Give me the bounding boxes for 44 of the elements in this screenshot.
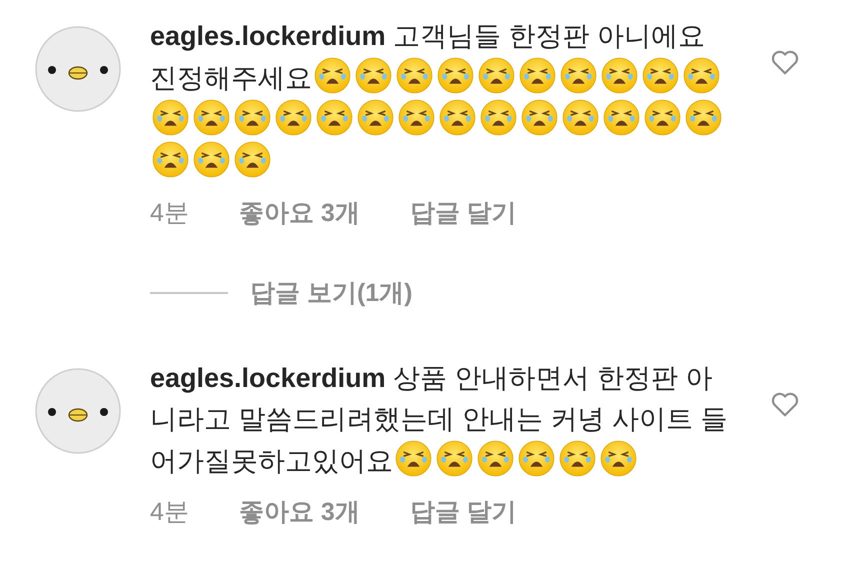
crying-face-icon: [193, 99, 230, 136]
crying-face-icon: [193, 141, 230, 178]
crying-face-icon: [436, 440, 473, 477]
crying-face-icon: [152, 99, 189, 136]
crying-face-icon: [395, 440, 432, 477]
crying-face-icon: [642, 57, 679, 94]
crying-face-icon: [519, 57, 556, 94]
avatar-icon[interactable]: [35, 368, 121, 454]
comment-time: 4분: [150, 497, 189, 528]
crying-face-icon: [316, 99, 353, 136]
crying-face-icon: [152, 141, 189, 178]
crying-face-icon: [234, 99, 271, 136]
crying-face-icon: [357, 99, 394, 136]
crying-face-icon: [398, 99, 435, 136]
crying-face-icon: [477, 440, 514, 477]
likes-link[interactable]: 좋아요 3개: [238, 494, 360, 532]
comment-time: 4분: [150, 198, 189, 229]
crying-face-icon: [644, 99, 681, 136]
crying-face-icon: [560, 57, 597, 94]
crying-face-icon: [559, 440, 596, 477]
crying-face-icon: [518, 440, 555, 477]
reply-link[interactable]: 답글 달기: [410, 195, 517, 232]
comment-text: eagles.lockerdium 상품 안내하면서 한정판 아니라고 말씀드리려했는데 안내는 커녕 사이트 들어가질못하고있어요: [150, 362, 729, 479]
crying-face-icon: [396, 57, 433, 94]
crying-face-icon: [478, 57, 515, 94]
crying-face-icon: [437, 57, 474, 94]
crying-face-icon: [355, 57, 392, 94]
view-replies-link[interactable]: 답글 보기(1개): [250, 274, 412, 312]
crying-face-icon: [601, 57, 638, 94]
crying-face-icon: [685, 99, 722, 136]
crying-face-icon: [600, 440, 637, 477]
crying-face-icon: [603, 99, 640, 136]
crying-face-icon: [480, 99, 517, 136]
crying-face-icon: [521, 99, 558, 136]
reply-link[interactable]: 답글 달기: [410, 494, 517, 532]
crying-face-icon: [314, 57, 351, 94]
crying-face-icon: [562, 99, 599, 136]
crying-face-icon: [234, 141, 271, 178]
crying-face-icon: [683, 57, 720, 94]
crying-face-icon: [275, 99, 312, 136]
avatar-icon[interactable]: [35, 26, 121, 112]
comment-text: eagles.lockerdium 고객님들 한정판 아니에요 진정해주세요: [150, 16, 730, 183]
crying-face-icon: [439, 99, 476, 136]
likes-link[interactable]: 좋아요 3개: [238, 195, 360, 232]
